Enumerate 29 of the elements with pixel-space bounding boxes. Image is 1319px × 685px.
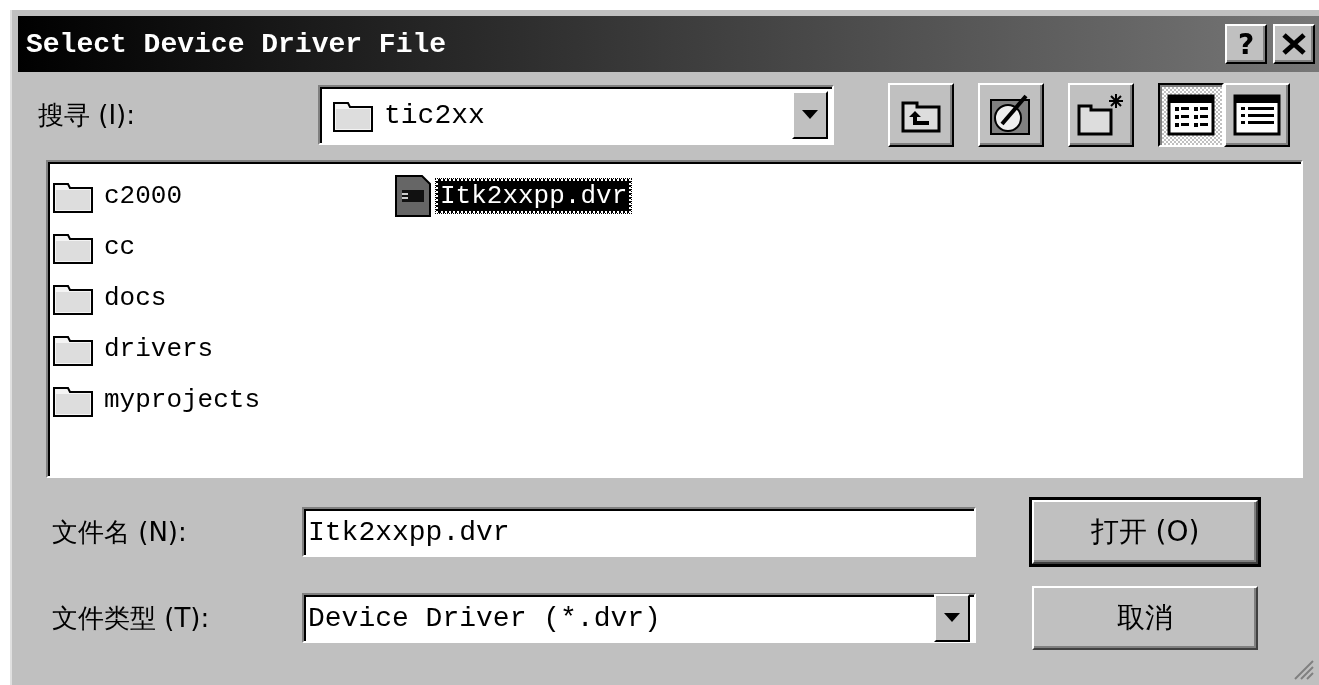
open-button[interactable]: 打开 (O) [1032,500,1258,564]
window-title: Select Device Driver File [26,28,448,60]
details-view-button[interactable] [1224,83,1290,147]
close-icon [1281,32,1307,56]
new-folder-icon [1076,92,1126,138]
caret-icon [802,110,818,120]
up-folder-button[interactable] [888,83,954,147]
file-icon [394,173,432,218]
file-list-item[interactable]: myprojects [100,382,265,417]
new-folder-button[interactable] [1068,83,1134,147]
look-in-label: 搜寻 (I): [37,98,136,132]
file-list-item[interactable]: c2000 [100,178,186,213]
cancel-button[interactable]: 取消 [1032,586,1258,650]
close-button[interactable] [1273,24,1315,64]
file-list-item[interactable]: cc [100,229,140,264]
look-in-dropdown[interactable]: tic2xx [318,85,834,145]
file-list-item[interactable]: docs [100,280,171,315]
file-list-item[interactable]: drivers [100,331,218,366]
list-view-button[interactable] [1158,83,1224,147]
file-list-item[interactable]: Itk2xxpp.dvr [436,178,632,213]
details-view-icon [1232,93,1282,137]
file-name-label: 文件名 (N): [52,515,188,549]
file-type-dropdown[interactable]: Device Driver (*.dvr) [302,593,976,643]
file-name-field[interactable]: Itk2xxpp.dvr [302,507,976,557]
desktop-button[interactable] [978,83,1044,147]
list-view-icon [1166,93,1216,137]
caret-icon [944,613,960,623]
file-type-label: 文件类型 (T): [52,601,211,635]
help-button[interactable]: ? [1225,24,1267,64]
